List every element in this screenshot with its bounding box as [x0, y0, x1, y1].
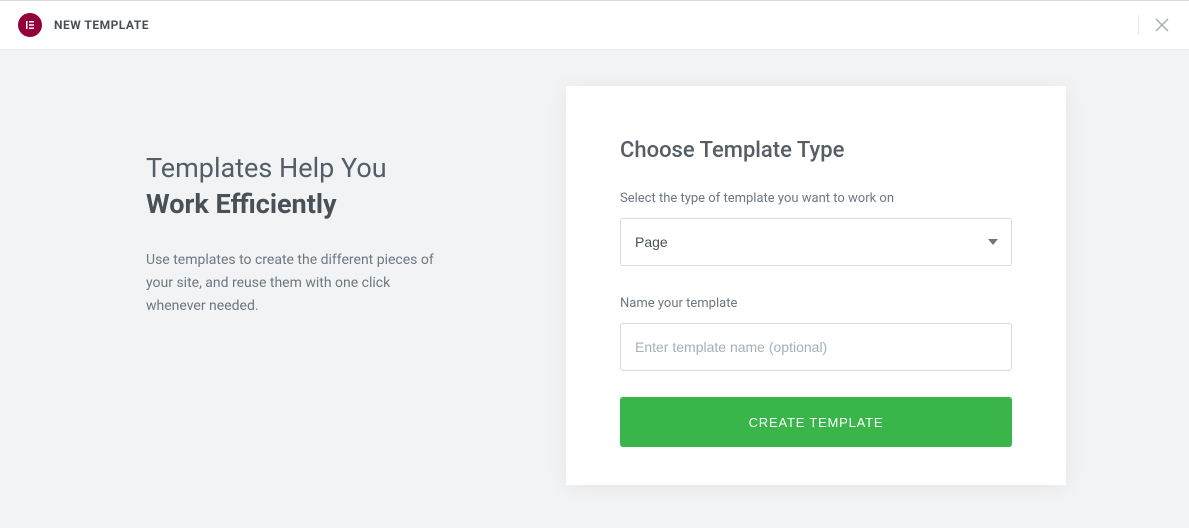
modal-title: NEW TEMPLATE: [54, 18, 149, 32]
template-type-select[interactable]: Page: [620, 218, 1012, 266]
header-right: [1138, 15, 1171, 35]
intro-headline: Templates Help You Work Efficiently: [146, 150, 446, 223]
close-button[interactable]: [1153, 16, 1171, 34]
form-title: Choose Template Type: [620, 138, 1012, 163]
modal-header: NEW TEMPLATE: [0, 0, 1189, 50]
elementor-logo-icon: [18, 13, 42, 37]
template-type-label: Select the type of template you want to …: [620, 191, 1012, 206]
intro-column: Templates Help You Work Efficiently Use …: [146, 86, 446, 318]
intro-description: Use templates to create the different pi…: [146, 249, 446, 318]
create-template-button[interactable]: CREATE TEMPLATE: [620, 397, 1012, 447]
headline-line1: Templates Help You: [146, 152, 387, 184]
template-name-label: Name your template: [620, 296, 1012, 311]
template-type-select-wrap: Page: [620, 218, 1012, 266]
template-name-input[interactable]: [620, 323, 1012, 371]
form-card: Choose Template Type Select the type of …: [566, 86, 1066, 485]
headline-line2: Work Efficiently: [146, 188, 337, 220]
divider: [1138, 15, 1139, 35]
close-icon: [1155, 18, 1169, 32]
header-left: NEW TEMPLATE: [18, 13, 149, 37]
modal-body: Templates Help You Work Efficiently Use …: [0, 50, 1189, 528]
